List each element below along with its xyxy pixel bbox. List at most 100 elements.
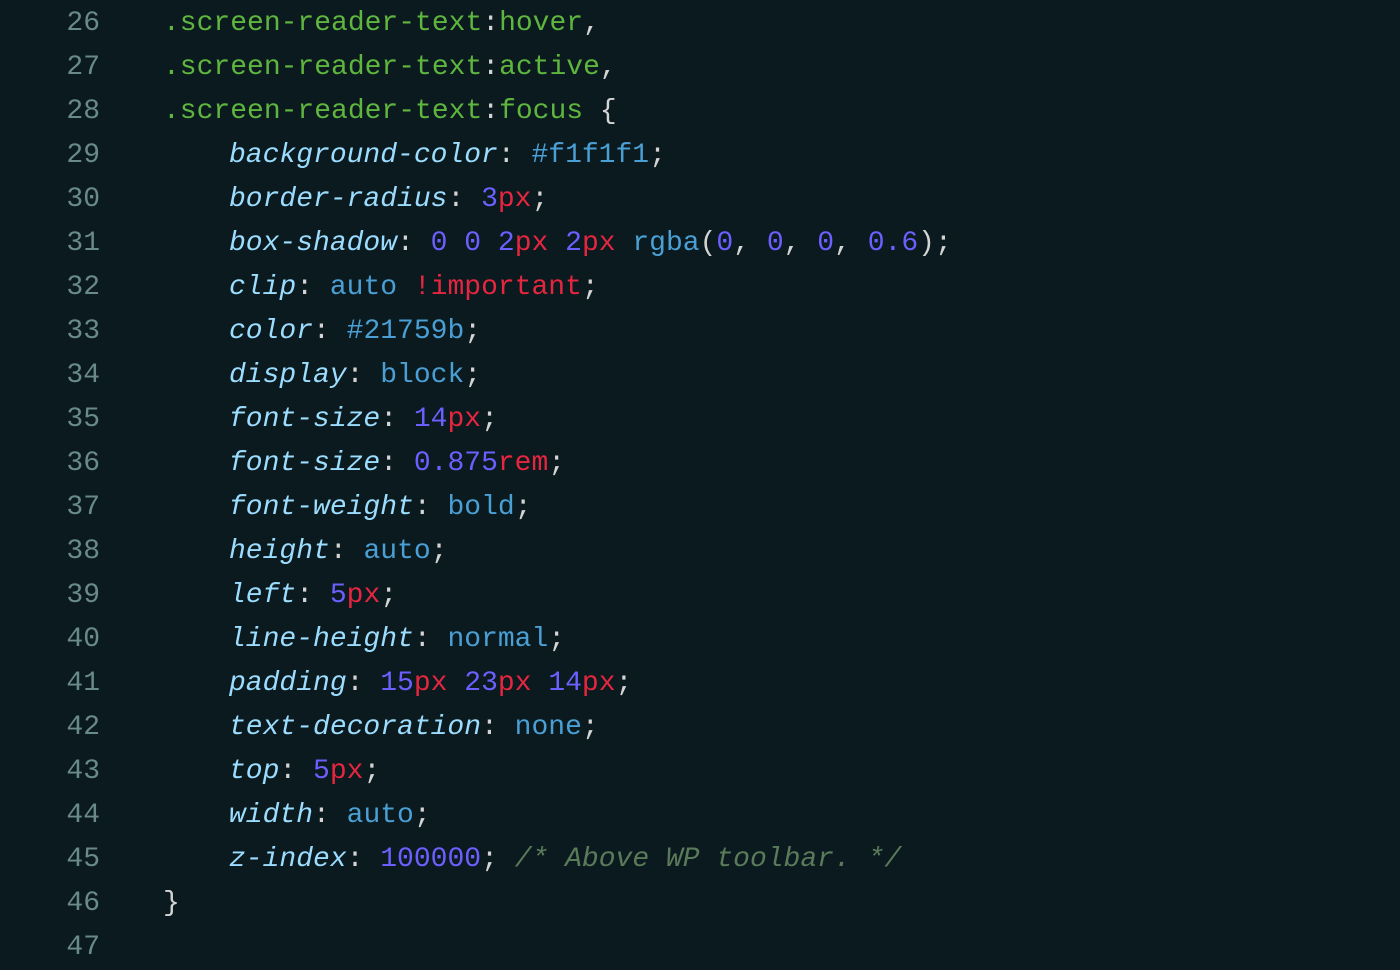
code-line[interactable]: } (130, 882, 1400, 926)
token-colon: : (380, 404, 397, 435)
token-semicolon: ; (582, 272, 599, 303)
token-value-important: !important (414, 272, 582, 303)
code-line[interactable]: .screen-reader-text:active, (130, 46, 1400, 90)
token-plain (548, 228, 565, 259)
token-plain (363, 360, 380, 391)
token-colon: : (347, 360, 364, 391)
token-pseudo: hover (499, 8, 583, 39)
token-value-number: 0 (817, 228, 834, 259)
token-value-func: rgba (632, 228, 699, 259)
token-plain (330, 316, 347, 347)
token-pseudo: active (499, 52, 600, 83)
token-semicolon: ; (431, 536, 448, 567)
code-line[interactable]: .screen-reader-text:hover, (130, 2, 1400, 46)
token-value-number: 14 (548, 668, 582, 699)
token-plain (616, 228, 633, 259)
code-line[interactable]: font-size: 14px; (130, 398, 1400, 442)
token-semicolon: ; (515, 492, 532, 523)
token-selector: .screen-reader-text (163, 96, 482, 127)
token-property: left (229, 580, 296, 611)
code-line[interactable]: display: block; (130, 354, 1400, 398)
line-number: 45 (0, 838, 100, 882)
line-number: 26 (0, 2, 100, 46)
line-number: 32 (0, 266, 100, 310)
token-plain (583, 96, 600, 127)
token-value-keyword: auto (330, 272, 397, 303)
token-value-keyword: bold (447, 492, 514, 523)
code-line[interactable]: font-size: 0.875rem; (130, 442, 1400, 486)
token-value-unit: px (347, 580, 381, 611)
token-colon: : (347, 668, 364, 699)
line-number: 35 (0, 398, 100, 442)
code-line[interactable]: height: auto; (130, 530, 1400, 574)
token-plain (851, 228, 868, 259)
code-line[interactable]: text-decoration: none; (130, 706, 1400, 750)
token-plain (363, 844, 380, 875)
token-semicolon: ; (380, 580, 397, 611)
token-colon: : (313, 800, 330, 831)
code-line[interactable]: box-shadow: 0 0 2px 2px rgba(0, 0, 0, 0.… (130, 222, 1400, 266)
token-plain (481, 228, 498, 259)
token-property: text-decoration (229, 712, 481, 743)
token-plain (313, 580, 330, 611)
token-value-number: 0 (431, 228, 448, 259)
token-plain (431, 624, 448, 655)
code-line[interactable]: left: 5px; (130, 574, 1400, 618)
token-colon: : (296, 272, 313, 303)
token-plain (363, 668, 380, 699)
token-plain (431, 492, 448, 523)
token-value-number: 0 (716, 228, 733, 259)
code-content[interactable]: .screen-reader-text:hover,.screen-reader… (130, 2, 1400, 933)
token-property: background-color (229, 140, 498, 171)
code-line[interactable]: background-color: #f1f1f1; (130, 134, 1400, 178)
code-line[interactable]: font-weight: bold; (130, 486, 1400, 530)
token-pseudo: focus (499, 96, 583, 127)
token-value-number: 2 (565, 228, 582, 259)
token-property: font-size (229, 448, 380, 479)
line-number: 31 (0, 222, 100, 266)
token-value-keyword: auto (347, 800, 414, 831)
token-selector: .screen-reader-text (163, 52, 482, 83)
line-number: 39 (0, 574, 100, 618)
token-comma: , (733, 228, 750, 259)
token-value-hex: #21759b (347, 316, 465, 347)
code-line[interactable]: top: 5px; (130, 750, 1400, 794)
code-line[interactable]: width: auto; (130, 794, 1400, 838)
line-number: 42 (0, 706, 100, 750)
token-value-unit: px (515, 228, 549, 259)
code-line[interactable]: color: #21759b; (130, 310, 1400, 354)
token-plain (515, 140, 532, 171)
token-property: font-weight (229, 492, 414, 523)
token-property: clip (229, 272, 296, 303)
token-property: color (229, 316, 313, 347)
token-plain (447, 668, 464, 699)
code-line[interactable]: clip: auto !important; (130, 266, 1400, 310)
code-line[interactable]: padding: 15px 23px 14px; (130, 662, 1400, 706)
code-line[interactable]: .screen-reader-text:focus { (130, 90, 1400, 134)
token-colon: : (482, 8, 499, 39)
token-value-unit: px (447, 404, 481, 435)
token-value-number: 0.875 (414, 448, 498, 479)
token-colon: : (279, 756, 296, 787)
token-property: z-index (229, 844, 347, 875)
token-value-keyword: normal (447, 624, 548, 655)
line-number-gutter: 2627282930313233343536373839404142434445… (0, 2, 130, 933)
token-value-keyword: block (380, 360, 464, 391)
token-colon: : (313, 316, 330, 347)
token-value-unit: rem (498, 448, 548, 479)
code-line[interactable]: z-index: 100000; /* Above WP toolbar. */ (130, 838, 1400, 882)
token-value-keyword: auto (363, 536, 430, 567)
code-editor[interactable]: 2627282930313233343536373839404142434445… (0, 0, 1400, 933)
token-brace: } (163, 888, 180, 919)
token-property: width (229, 800, 313, 831)
token-value-number: 15 (380, 668, 414, 699)
code-line[interactable]: line-height: normal; (130, 618, 1400, 662)
token-plain (397, 404, 414, 435)
token-semicolon: ; (464, 316, 481, 347)
token-value-unit: px (582, 228, 616, 259)
token-value-unit: px (498, 668, 532, 699)
line-number: 27 (0, 46, 100, 90)
code-line[interactable]: border-radius: 3px; (130, 178, 1400, 222)
token-plain (800, 228, 817, 259)
token-paren: ) (918, 228, 935, 259)
